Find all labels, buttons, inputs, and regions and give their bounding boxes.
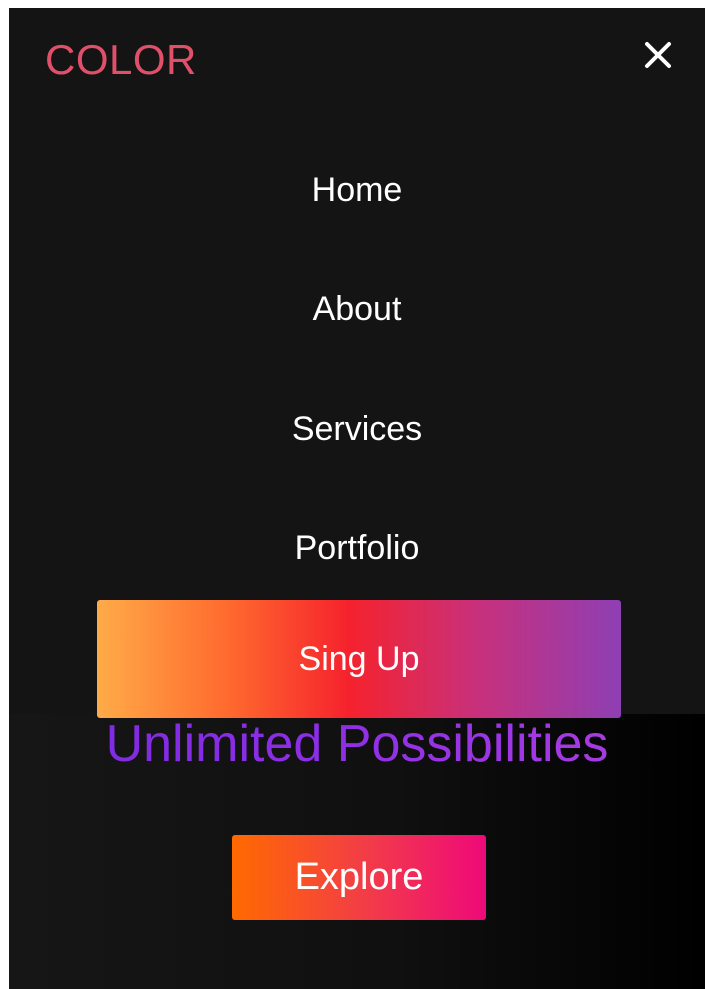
app-frame: Unlimited Possibilities Explore COLOR Ho… — [9, 8, 705, 989]
signup-button[interactable]: Sing Up — [97, 600, 621, 718]
nav-item-portfolio[interactable]: Portfolio — [9, 528, 705, 568]
close-icon[interactable] — [639, 36, 679, 76]
explore-button[interactable]: Explore — [232, 835, 486, 920]
brand-logo[interactable]: COLOR — [45, 36, 197, 84]
nav-item-services[interactable]: Services — [9, 409, 705, 449]
mobile-nav-menu: COLOR Home About Services Portfolio Sing… — [9, 8, 705, 718]
nav-item-home[interactable]: Home — [9, 170, 705, 210]
hero-title: Unlimited Possibilities — [9, 712, 705, 776]
nav-item-about[interactable]: About — [9, 289, 705, 329]
